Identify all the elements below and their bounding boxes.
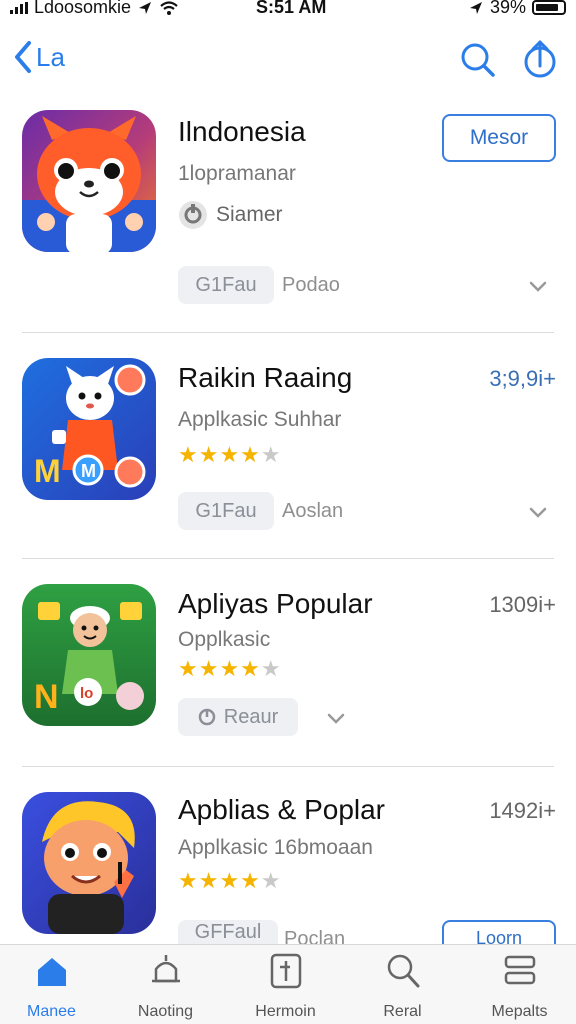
signal-icon	[10, 1, 28, 14]
battery-percent: 39%	[489, 0, 526, 17]
bell-icon	[151, 955, 180, 983]
svg-text:M: M	[34, 453, 61, 489]
tab-manee[interactable]: Manee	[0, 953, 109, 1023]
divider	[22, 332, 554, 333]
divider	[22, 558, 554, 559]
share-button[interactable]	[522, 40, 558, 80]
search-icon	[461, 43, 495, 77]
app-icon-cartoon-boy[interactable]	[22, 792, 156, 934]
tab-naoting[interactable]: Naoting	[108, 953, 223, 1023]
app-subtitle: Applkasic 16bmoaan	[178, 836, 373, 859]
stack-icon	[504, 955, 535, 985]
developer-link[interactable]: Siamer	[178, 200, 283, 230]
status-bar: Ldoosomkie S:51 AM 39%	[0, 0, 576, 22]
tab-label: Naoting	[137, 1003, 194, 1020]
app-title: Apliyas Popular	[178, 588, 373, 619]
chevron-down-icon[interactable]	[326, 708, 346, 728]
app-price: 1492i+	[489, 798, 556, 823]
tab-label: Reral	[383, 1003, 422, 1020]
back-label: La	[36, 41, 65, 72]
get-note: Aoslan	[282, 500, 344, 522]
refresh-icon	[198, 708, 215, 726]
status-right: 39%	[468, 0, 566, 18]
search-tab-icon	[387, 954, 419, 988]
chevron-down-icon[interactable]	[528, 502, 548, 522]
developer-label: Siamer	[216, 203, 283, 226]
app-icon-cat-game[interactable]: M M	[22, 358, 156, 500]
list-item[interactable]: N lo Apliyas Popular Opplkasic ★★★★★ 130…	[0, 584, 576, 766]
wifi-icon	[160, 0, 178, 15]
app-subtitle: 1lopramanar	[178, 162, 296, 185]
tab-bar: Manee Naoting Hermoin Reral Mepalts	[0, 944, 576, 1024]
svg-text:lo: lo	[80, 685, 93, 702]
tab-label: Manee	[27, 1003, 76, 1020]
status-time: S:51 AM	[256, 0, 327, 17]
tab-mepalts[interactable]: Mepalts	[462, 953, 576, 1023]
mesor-button[interactable]: Mesor	[442, 114, 556, 162]
location-arrow-icon	[469, 1, 482, 14]
share-icon	[524, 40, 556, 78]
back-button[interactable]: La	[14, 40, 65, 74]
tab-label: Mepalts	[491, 1003, 548, 1020]
svg-text:N: N	[34, 678, 59, 716]
app-subtitle: Applkasic Suhhar	[178, 408, 342, 431]
get-label: Reaur	[223, 705, 279, 728]
rating-stars: ★★★★★	[178, 442, 282, 467]
get-button[interactable]: G1Fau	[178, 492, 274, 530]
list-item[interactable]: M M Raikin Raaing Applkasic Suhhar ★★★★★…	[0, 358, 576, 558]
tab-hermoin[interactable]: Hermoin	[228, 953, 343, 1023]
app-title: Ilndonesia	[178, 116, 306, 147]
svg-text:M: M	[81, 461, 96, 481]
search-button[interactable]	[460, 40, 496, 80]
location-icon	[139, 1, 152, 14]
open-button[interactable]: Loorn	[442, 920, 556, 948]
list-item[interactable]: Apblias & Poplar Applkasic 16bmoaan ★★★★…	[0, 792, 576, 950]
app-title: Apblias & Poplar	[178, 794, 386, 825]
chevron-left-icon	[15, 41, 31, 73]
app-icon-fox[interactable]	[22, 110, 156, 252]
get-button[interactable]: GFFaul	[178, 920, 278, 944]
navigation-bar: La	[0, 30, 576, 90]
divider	[22, 766, 554, 767]
list-item[interactable]: Ilndonesia 1lopramanar Siamer Mesor G1Fa…	[0, 110, 576, 332]
rating-stars: ★★★★★	[178, 656, 282, 681]
battery-icon	[532, 0, 566, 15]
app-price: 1309i+	[489, 592, 556, 617]
get-button[interactable]: G1Fau	[178, 266, 274, 304]
status-left: Ldoosomkie	[10, 0, 179, 18]
get-button[interactable]: Reaur	[178, 698, 298, 736]
app-title: Raikin Raaing	[178, 362, 353, 393]
rating-stars: ★★★★★	[178, 868, 282, 893]
chevron-down-icon[interactable]	[528, 276, 548, 296]
app-price: 3;9,9i+	[489, 366, 556, 391]
carrier-label: Ldoosomkie	[34, 0, 132, 17]
app-subtitle: Opplkasic	[178, 628, 271, 651]
document-icon	[270, 953, 301, 989]
tab-label: Hermoin	[255, 1003, 316, 1020]
app-icon-boy-game[interactable]: N lo	[22, 584, 156, 726]
home-icon	[37, 958, 66, 986]
developer-icon	[179, 201, 207, 229]
get-note: Podao	[282, 274, 340, 296]
tab-reral[interactable]: Reral	[345, 953, 460, 1023]
